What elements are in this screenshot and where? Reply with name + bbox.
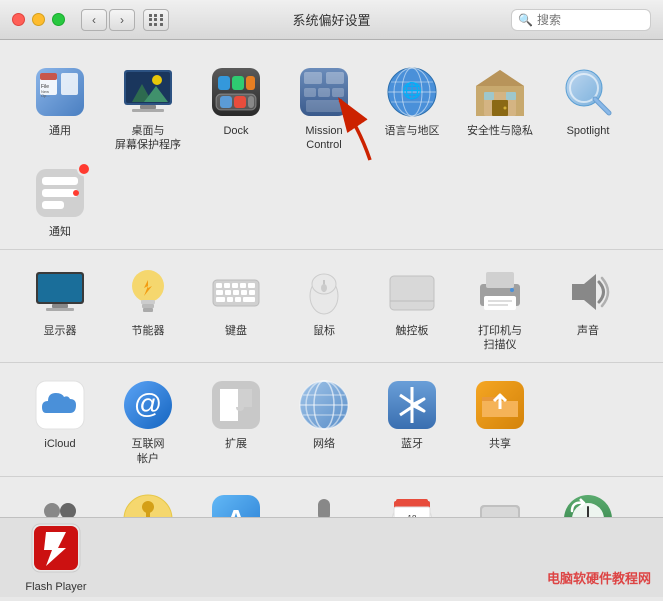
svg-text:@: @: [134, 388, 162, 419]
printer-icon: [472, 264, 528, 320]
displays-icon: [32, 264, 88, 320]
flashplayer-label: Flash Player: [25, 580, 86, 594]
network-icon: [296, 377, 352, 433]
dock-icon: [208, 64, 264, 120]
desktop-icon: [120, 64, 176, 120]
accounts-label: 互联网帐户: [132, 437, 165, 466]
forward-button[interactable]: ›: [109, 9, 135, 31]
bluetooth-icon: [384, 377, 440, 433]
trackpad-label: 触控板: [396, 324, 429, 338]
flashplayer-icon: [28, 520, 84, 576]
traffic-lights: [12, 13, 65, 26]
icon-item-spotlight[interactable]: Spotlight: [544, 58, 632, 144]
icon-item-notification[interactable]: 通知: [16, 159, 104, 245]
icon-item-mission[interactable]: MissionControl: [280, 58, 368, 159]
accounts-icon: @: [120, 377, 176, 433]
desktop-label: 桌面与屏幕保护程序: [115, 124, 181, 153]
minimize-button[interactable]: [32, 13, 45, 26]
icon-item-security[interactable]: 安全性与隐私: [456, 58, 544, 144]
icon-item-general[interactable]: File New Op... 通用: [16, 58, 104, 144]
section-internet: iCloud @ 互联网帐户: [0, 363, 663, 477]
sound-icon: [560, 264, 616, 320]
icon-item-keyboard[interactable]: 键盘: [192, 258, 280, 344]
mission-icon: [296, 64, 352, 120]
svg-text:🌐: 🌐: [402, 81, 422, 100]
icon-item-bluetooth[interactable]: 蓝牙: [368, 371, 456, 457]
preferences-content: File New Op... 通用: [0, 40, 663, 597]
grid-view-button[interactable]: [143, 9, 169, 31]
icon-item-mouse[interactable]: 鼠标: [280, 258, 368, 344]
nav-buttons: ‹ ›: [81, 9, 135, 31]
personal-icons-grid: File New Op... 通用: [16, 58, 647, 245]
keyboard-label: 键盘: [225, 324, 247, 338]
window-title: 系统偏好设置: [292, 10, 370, 29]
notification-badge: [77, 162, 91, 176]
security-icon: [472, 64, 528, 120]
mouse-icon: [296, 264, 352, 320]
notification-label: 通知: [49, 225, 71, 239]
icon-item-displays[interactable]: 显示器: [16, 258, 104, 344]
general-icon: File New Op...: [32, 64, 88, 120]
printer-label: 打印机与扫描仪: [478, 324, 522, 353]
extensions-label: 扩展: [225, 437, 247, 451]
energy-label: 节能器: [132, 324, 165, 338]
icon-item-network[interactable]: 网络: [280, 371, 368, 457]
icon-item-sharing[interactable]: 共享: [456, 371, 544, 457]
keyboard-icon: [208, 264, 264, 320]
hardware-icons-grid: 显示器 节能器: [16, 258, 647, 359]
icon-item-energy[interactable]: 节能器: [104, 258, 192, 344]
language-icon: 🌐: [384, 64, 440, 120]
energy-icon: [120, 264, 176, 320]
displays-label: 显示器: [44, 324, 77, 338]
search-input[interactable]: [537, 13, 663, 27]
sharing-label: 共享: [489, 437, 511, 451]
watermark: 电脑软硬件教程网: [547, 568, 651, 587]
trackpad-icon: [384, 264, 440, 320]
title-bar: ‹ › 系统偏好设置 🔍 ✕: [0, 0, 663, 40]
security-label: 安全性与隐私: [467, 124, 533, 138]
section-personal: File New Op... 通用: [0, 50, 663, 250]
icon-item-icloud[interactable]: iCloud: [16, 371, 104, 457]
notification-icon: [32, 165, 88, 221]
language-label: 语言与地区: [385, 124, 440, 138]
bluetooth-label: 蓝牙: [401, 437, 423, 451]
icloud-label: iCloud: [44, 437, 75, 451]
icon-item-flashplayer[interactable]: Flash Player: [16, 514, 96, 600]
sharing-icon: [472, 377, 528, 433]
icon-item-sound[interactable]: 声音: [544, 258, 632, 344]
mission-label: MissionControl: [305, 124, 342, 153]
spotlight-label: Spotlight: [567, 124, 610, 138]
icon-item-language[interactable]: 🌐 语言与地区: [368, 58, 456, 144]
network-label: 网络: [313, 437, 335, 451]
icon-item-trackpad[interactable]: 触控板: [368, 258, 456, 344]
icon-item-dock[interactable]: Dock: [192, 58, 280, 144]
icon-item-accounts[interactable]: @ 互联网帐户: [104, 371, 192, 472]
dock-label: Dock: [223, 124, 248, 138]
mouse-label: 鼠标: [313, 324, 335, 338]
general-label: 通用: [49, 124, 71, 138]
sound-label: 声音: [577, 324, 599, 338]
internet-icons-grid: iCloud @ 互联网帐户: [16, 371, 647, 472]
icon-item-printer[interactable]: 打印机与扫描仪: [456, 258, 544, 359]
close-button[interactable]: [12, 13, 25, 26]
back-button[interactable]: ‹: [81, 9, 107, 31]
search-icon: 🔍: [518, 13, 533, 27]
icon-item-extensions[interactable]: 扩展: [192, 371, 280, 457]
spotlight-icon: [560, 64, 616, 120]
extensions-icon: [208, 377, 264, 433]
svg-text:Op...: Op...: [41, 93, 50, 98]
maximize-button[interactable]: [52, 13, 65, 26]
search-bar[interactable]: 🔍 ✕: [511, 9, 651, 31]
section-hardware: 显示器 节能器: [0, 250, 663, 364]
icloud-icon: [32, 377, 88, 433]
icon-item-desktop[interactable]: 桌面与屏幕保护程序: [104, 58, 192, 159]
